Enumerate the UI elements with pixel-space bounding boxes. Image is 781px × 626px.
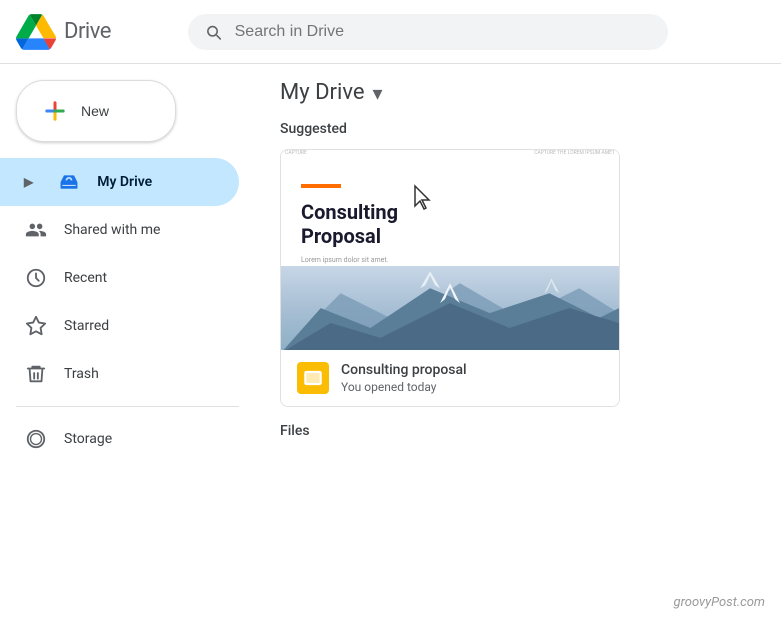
doc-header-right: CAPTURE THE LOREM IPSUM AMET [534,150,615,156]
watermark: groovyPost.com [674,595,765,610]
file-details: Consulting proposal You opened today [341,362,467,394]
sidebar-item-storage[interactable]: Storage [0,415,239,463]
sidebar-item-shared[interactable]: Shared with me [0,206,239,254]
main-layout: New ▶ My Drive Shared with me [0,64,781,626]
my-drive-icon [57,170,81,194]
recent-icon [24,266,48,290]
starred-icon [24,314,48,338]
drive-logo-icon [16,12,56,52]
new-plus-icon [41,97,69,125]
app-title: Drive [64,19,111,44]
search-icon [204,22,223,42]
search-bar[interactable] [188,14,668,50]
doc-mountain-image [281,266,619,350]
content-header: My Drive ▾ [280,80,757,105]
expand-arrow-icon: ▶ [24,175,33,189]
storage-label: Storage [64,431,112,447]
logo-area: Drive [16,12,176,52]
app-header: Drive [0,0,781,64]
trash-icon [24,362,48,386]
sidebar-item-starred[interactable]: Starred [0,302,239,350]
sidebar-item-recent[interactable]: Recent [0,254,239,302]
my-drive-label: My Drive [97,174,152,190]
file-type-icon [297,362,329,394]
suggested-section-label: Suggested [280,121,757,137]
main-content: My Drive ▾ Suggested CAPTURE CAPTURE THE… [256,64,781,626]
search-input[interactable] [235,23,652,41]
sidebar-item-my-drive[interactable]: ▶ My Drive [0,158,239,206]
doc-top: ConsultingProposal Lorem ipsum dolor sit… [281,160,619,266]
title-dropdown-icon[interactable]: ▾ [373,81,383,105]
file-thumbnail: CAPTURE CAPTURE THE LOREM IPSUM AMET Con… [281,150,619,350]
sidebar: New ▶ My Drive Shared with me [0,64,256,626]
file-name: Consulting proposal [341,362,467,378]
sidebar-item-trash[interactable]: Trash [0,350,239,398]
new-button-label: New [81,103,109,119]
doc-body-text: Lorem ipsum dolor sit amet. [301,256,599,266]
doc-preview-title: ConsultingProposal [301,200,599,248]
doc-orange-bar [301,184,341,188]
files-section-label: Files [280,423,757,443]
file-card-consulting[interactable]: CAPTURE CAPTURE THE LOREM IPSUM AMET Con… [280,149,620,407]
doc-preview: CAPTURE CAPTURE THE LOREM IPSUM AMET Con… [281,150,619,350]
doc-header-labels: CAPTURE CAPTURE THE LOREM IPSUM AMET [281,150,619,156]
recent-label: Recent [64,270,107,286]
new-button[interactable]: New [16,80,176,142]
file-meta: You opened today [341,380,467,394]
starred-label: Starred [64,318,109,334]
page-title: My Drive [280,80,365,105]
shared-icon [24,218,48,242]
sidebar-divider [16,406,239,407]
file-info: Consulting proposal You opened today [281,350,619,406]
storage-icon [24,427,48,451]
doc-header-left: CAPTURE [285,150,307,156]
shared-label: Shared with me [64,222,160,238]
trash-label: Trash [64,366,99,382]
